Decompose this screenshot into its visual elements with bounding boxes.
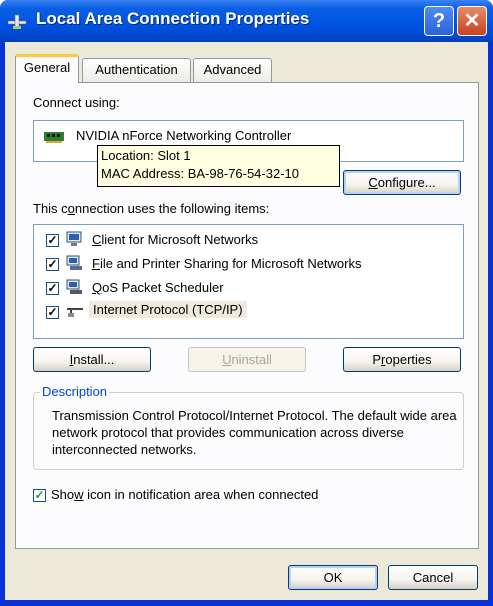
help-button[interactable]: ? — [424, 6, 454, 36]
tab-advanced[interactable]: Advanced — [193, 58, 272, 82]
items-label-pre: This c — [33, 201, 68, 216]
ok-button[interactable]: OK — [288, 565, 378, 590]
item-checkbox-qos[interactable]: ✓ — [46, 282, 59, 295]
adapter-name: NVIDIA nForce Networking Controller — [76, 128, 292, 143]
configure-label-post: onfigure... — [377, 175, 436, 190]
properties-label-post: operties — [385, 352, 432, 367]
install-button[interactable]: Install... — [33, 347, 151, 372]
uninstall-button[interactable]: Uninstall — [188, 347, 306, 372]
items-label-post: nnection uses the following items: — [74, 201, 270, 216]
tab-authentication[interactable]: Authentication — [82, 58, 191, 82]
window-title: Local Area Connection Properties — [36, 9, 310, 28]
item-label-file-printer-post: ile and Printer Sharing for Microsoft Ne… — [99, 256, 362, 271]
show-icon-label-post: icon in notification area when connected — [83, 487, 319, 502]
configure-label-accel: C — [368, 175, 378, 190]
tooltip-mac-address: MAC Address: BA-98-76-54-32-10 — [101, 166, 299, 181]
item-checkbox-tcpip[interactable]: ✓ — [46, 306, 59, 319]
item-label-qos: QoS Packet Scheduler — [92, 280, 224, 295]
item-label-qos-accel: Q — [92, 280, 103, 295]
show-icon-label[interactable]: Show icon in notification area when conn… — [51, 487, 318, 502]
item-label-file-printer: File and Printer Sharing for Microsoft N… — [92, 256, 362, 271]
properties-label-pre: P — [372, 352, 382, 367]
tooltip-location: Location: Slot 1 — [101, 148, 191, 163]
show-icon-label-pre: Sho — [51, 487, 75, 502]
title-bar[interactable]: Local Area Connection Properties ? ✕ — [0, 0, 493, 42]
connect-using-label: Connect using: — [33, 95, 120, 110]
adapter-tooltip: Location: Slot 1 MAC Address: BA-98-76-5… — [97, 145, 340, 187]
item-label-client: Client for Microsoft Networks — [92, 232, 258, 247]
item-label-file-printer-accel: F — [92, 256, 100, 271]
item-label-qos-post: oS Packet Scheduler — [102, 280, 224, 295]
network-card-icon — [44, 132, 64, 143]
cancel-button[interactable]: Cancel — [388, 565, 478, 590]
qos-scheduler-icon — [66, 279, 82, 294]
item-checkbox-file-printer[interactable]: ✓ — [46, 258, 59, 271]
network-protocol-icon — [67, 308, 83, 317]
install-label-post: nstall... — [73, 352, 115, 367]
show-icon-label-accel: w — [74, 487, 84, 502]
window-frame-right — [488, 42, 493, 606]
properties-button[interactable]: Properties — [343, 347, 461, 372]
item-label-tcpip: Internet Protocol (TCP/IP) — [89, 301, 247, 318]
description-text: Transmission Control Protocol/Internet P… — [52, 408, 457, 457]
window-frame-bottom — [0, 600, 493, 606]
items-label: This connection uses the following items… — [33, 201, 269, 216]
network-connection-icon — [7, 14, 27, 30]
close-button[interactable]: ✕ — [457, 6, 487, 36]
item-label-client-accel: C — [92, 232, 102, 247]
tab-general[interactable]: General — [15, 54, 79, 83]
network-client-icon — [66, 231, 82, 246]
description-legend: Description — [40, 384, 110, 399]
item-checkbox-client[interactable]: ✓ — [46, 234, 59, 247]
uninstall-label-post: ninstall — [231, 352, 272, 367]
item-label-client-post: lient for Microsoft Networks — [101, 232, 259, 247]
show-icon-checkbox[interactable]: ✓ — [33, 489, 46, 502]
configure-button[interactable]: Configure... — [343, 170, 461, 195]
file-printer-sharing-icon — [66, 255, 82, 270]
items-label-accel: o — [67, 201, 75, 216]
